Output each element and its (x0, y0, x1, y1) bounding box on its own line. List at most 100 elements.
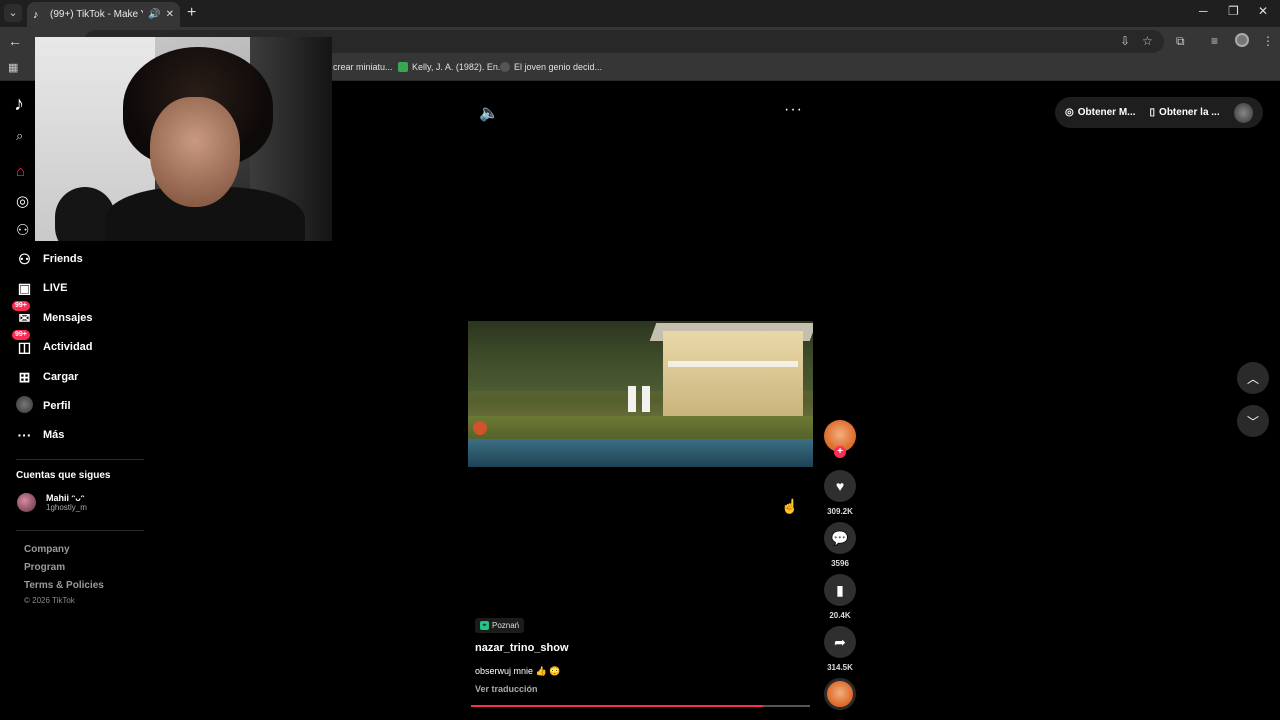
share-count: 314.5K (827, 663, 853, 672)
explore-icon[interactable]: ◎ (16, 192, 29, 210)
tab-audio-icon[interactable]: 🔊 (148, 9, 160, 20)
video-scene-ball (473, 421, 487, 435)
webcam-overlay (35, 37, 332, 241)
more-options-icon[interactable]: ··· (784, 101, 803, 119)
following-account[interactable]: Mahii ᵔᴗᵔ 1ghostly_m (17, 493, 87, 512)
tab-search-button[interactable]: ⌄ (4, 4, 22, 22)
avatar (17, 493, 36, 512)
divider (16, 530, 144, 531)
chevron-up-icon: ︿ (1246, 371, 1259, 386)
sidebar-item-label: Cargar (43, 371, 79, 383)
comment-count: 3596 (831, 559, 849, 568)
compass-icon: ◎ (1065, 107, 1074, 118)
bookmark-item[interactable]: crear miniatu... (333, 62, 393, 72)
sidebar-item-label: Perfil (43, 400, 71, 412)
heart-icon: ♥ (835, 478, 845, 494)
browser-tab-tiktok[interactable]: ♪ (99+) TikTok - Make Your Da 🔊 ✕ (27, 2, 180, 27)
browser-menu-icon[interactable]: ⋮ (1262, 34, 1274, 48)
back-arrow-icon[interactable]: ← (8, 33, 22, 49)
site-icon (500, 62, 510, 72)
apps-grid-icon[interactable]: ▦ (8, 61, 18, 74)
bookmark-label: crear miniatu... (333, 62, 393, 72)
save-button[interactable]: ▮ (824, 574, 856, 606)
extensions-icon[interactable]: ⧉ (1176, 34, 1185, 49)
following-section-title: Cuentas que sigues (16, 470, 111, 481)
notification-badge: 99+ (12, 300, 30, 311)
share-icon: ➦ (834, 633, 846, 650)
comment-button[interactable]: 💬 (824, 522, 856, 554)
bookmark-label: Kelly, J. A. (1982). En... (412, 62, 506, 72)
search-icon[interactable]: ⌕ (16, 128, 23, 144)
webcam-person-face (150, 97, 240, 207)
live-icon: ▣ (17, 279, 32, 296)
video-scene-lawn (468, 416, 813, 441)
sidebar-item-cargar[interactable]: ⊞ Cargar (16, 366, 79, 388)
share-button[interactable]: ➦ (824, 626, 856, 658)
home-icon[interactable]: ⌂ (16, 163, 25, 180)
following-icon[interactable]: ⚇ (16, 221, 29, 239)
like-button[interactable]: ♥ (824, 470, 856, 502)
sidebar-item-mensajes[interactable]: ✉ 99+ Mensajes (12, 300, 93, 329)
sidebar-item-actividad[interactable]: ◫ 99+ Actividad (12, 329, 93, 358)
volume-icon[interactable]: 🔈 (479, 103, 499, 123)
bookmark-item[interactable]: Kelly, J. A. (1982). En... (398, 62, 505, 72)
media-control-icon[interactable]: ≡ (1211, 34, 1218, 48)
location-tag[interactable]: ⌖ Poznań (475, 618, 525, 633)
bookmark-icon: ▮ (836, 581, 844, 598)
restore-button[interactable]: ❐ (1228, 4, 1239, 18)
location-pin-icon: ⌖ (480, 621, 489, 630)
upload-icon: ⊞ (18, 368, 31, 385)
sidebar-item-live[interactable]: ▣ LIVE (16, 277, 68, 299)
music-disc-avatar[interactable] (824, 678, 856, 710)
friends-icon: ⚇ (18, 250, 31, 267)
chevron-down-icon: ﹀ (1246, 414, 1259, 429)
footer-link-terms[interactable]: Terms & Policies (24, 580, 104, 591)
bookmark-star-icon[interactable]: ☆ (1142, 34, 1153, 48)
sidebar-item-perfil[interactable]: Perfil (16, 395, 71, 417)
get-coins-label: Obtener M... (1077, 107, 1136, 118)
sidebar-item-label: Más (43, 429, 65, 441)
tiktok-favicon-icon: ♪ (33, 8, 39, 21)
tiktok-logo-icon[interactable]: ♪ (14, 93, 36, 115)
user-avatar[interactable] (1233, 102, 1253, 123)
sidebar-item-label: LIVE (43, 282, 68, 294)
video-progress-bar[interactable] (471, 705, 810, 707)
header-actions: ◎ Obtener M... ▯ Obtener la ... (1055, 97, 1263, 128)
video-scene-house (663, 331, 803, 421)
sidebar-item-friends[interactable]: ⚇ Friends (16, 248, 83, 270)
translate-link[interactable]: Ver traducción (475, 684, 538, 694)
get-coins-button[interactable]: ◎ Obtener M... (1065, 107, 1136, 118)
follow-plus-icon[interactable]: + (834, 446, 846, 458)
video-progress-fill (471, 705, 763, 707)
browser-tabbar: ⌄ ♪ (99+) TikTok - Make Your Da 🔊 ✕ + ─ … (0, 0, 1280, 27)
sidebar-item-label: Actividad (43, 341, 93, 353)
new-tab-button[interactable]: + (187, 4, 196, 22)
copyright-text: © 2026 TikTok (24, 596, 75, 605)
close-window-button[interactable]: ✕ (1258, 4, 1268, 18)
footer-link-company[interactable]: Company (24, 544, 70, 555)
video-caption: obserwuj mnie 👍 😳 (475, 666, 561, 676)
bookmark-item[interactable]: El joven genio decid... (500, 62, 602, 72)
bookmark-label: El joven genio decid... (514, 62, 603, 72)
tab-close-icon[interactable]: ✕ (166, 9, 174, 20)
previous-video-button[interactable]: ︿ (1237, 362, 1269, 394)
next-video-button[interactable]: ﹀ (1237, 405, 1269, 437)
get-app-button[interactable]: ▯ Obtener la ... (1150, 107, 1220, 118)
get-app-label: Obtener la ... (1159, 107, 1220, 118)
footer-link-program[interactable]: Program (24, 562, 65, 573)
sidebar-item-mas[interactable]: ··· Más (16, 424, 65, 446)
like-count: 309.2K (827, 507, 853, 516)
pause-icon[interactable] (628, 386, 652, 412)
hand-cursor-icon: ☝ (781, 498, 799, 514)
sidebar-item-label: Friends (43, 253, 83, 265)
install-app-icon[interactable]: ⇩ (1120, 34, 1130, 48)
minimize-button[interactable]: ─ (1199, 4, 1208, 18)
account-name: Mahii ᵔᴗᵔ (46, 493, 85, 503)
sidebar-item-label: Mensajes (43, 312, 93, 324)
video-scene-porch (668, 361, 798, 367)
phone-icon: ▯ (1149, 107, 1156, 118)
account-handle: 1ghostly_m (46, 503, 87, 512)
video-author[interactable]: nazar_trino_show (475, 642, 569, 654)
browser-profile-avatar[interactable] (1235, 33, 1249, 47)
drive-icon (398, 62, 408, 72)
